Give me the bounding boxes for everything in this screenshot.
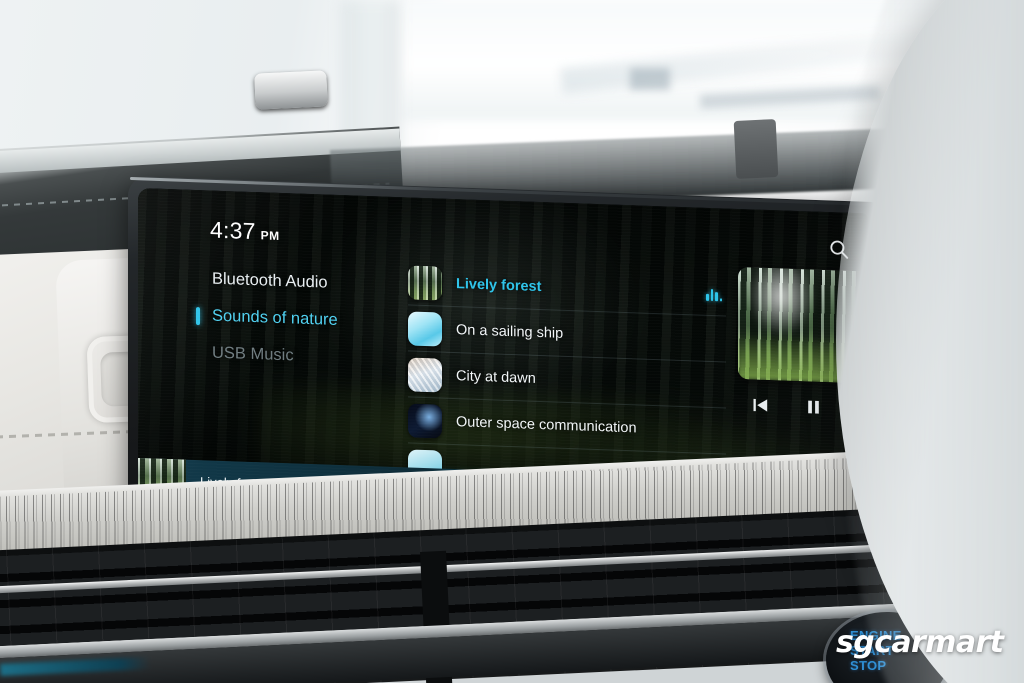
track-title: City at dawn bbox=[456, 367, 536, 387]
track-thumbnail bbox=[408, 310, 442, 347]
play-pause-button[interactable] bbox=[804, 397, 823, 422]
track-thumbnail bbox=[408, 356, 442, 393]
track-title: On a sailing ship bbox=[456, 321, 564, 342]
track-title: Lively forest bbox=[456, 275, 542, 295]
sidebar-item-usb-music[interactable]: USB Music bbox=[196, 334, 411, 379]
car-interior-scene: 4:37 PM Bluetooth Audio Sounds of nature… bbox=[0, 0, 1024, 683]
previous-track-button[interactable] bbox=[751, 395, 770, 420]
active-indicator-bar bbox=[196, 307, 200, 326]
status-clock: 4:37 PM bbox=[210, 217, 280, 246]
air-vent-control-knob[interactable] bbox=[254, 70, 328, 110]
steering-wheel-edge-shading bbox=[838, 0, 1024, 683]
background-blur-detail-2 bbox=[630, 68, 670, 90]
track-thumbnail bbox=[408, 264, 442, 301]
sgcarmart-watermark: sgcarmart bbox=[836, 625, 1004, 660]
sidebar-item-label: Sounds of nature bbox=[212, 306, 338, 329]
sidebar-item-label: USB Music bbox=[212, 343, 294, 365]
air-vent-control-knob-secondary[interactable] bbox=[733, 119, 779, 179]
clock-ampm: PM bbox=[260, 228, 280, 243]
clock-time: 4:37 bbox=[210, 216, 256, 245]
sidebar-item-label: Bluetooth Audio bbox=[212, 269, 328, 292]
now-playing-equalizer-icon bbox=[706, 288, 722, 302]
album-art-sunbeam bbox=[748, 266, 814, 338]
audio-source-list: Bluetooth Audio Sounds of nature USB Mus… bbox=[196, 260, 411, 379]
track-thumbnail bbox=[408, 402, 442, 439]
track-title: Outer space communication bbox=[456, 413, 637, 436]
